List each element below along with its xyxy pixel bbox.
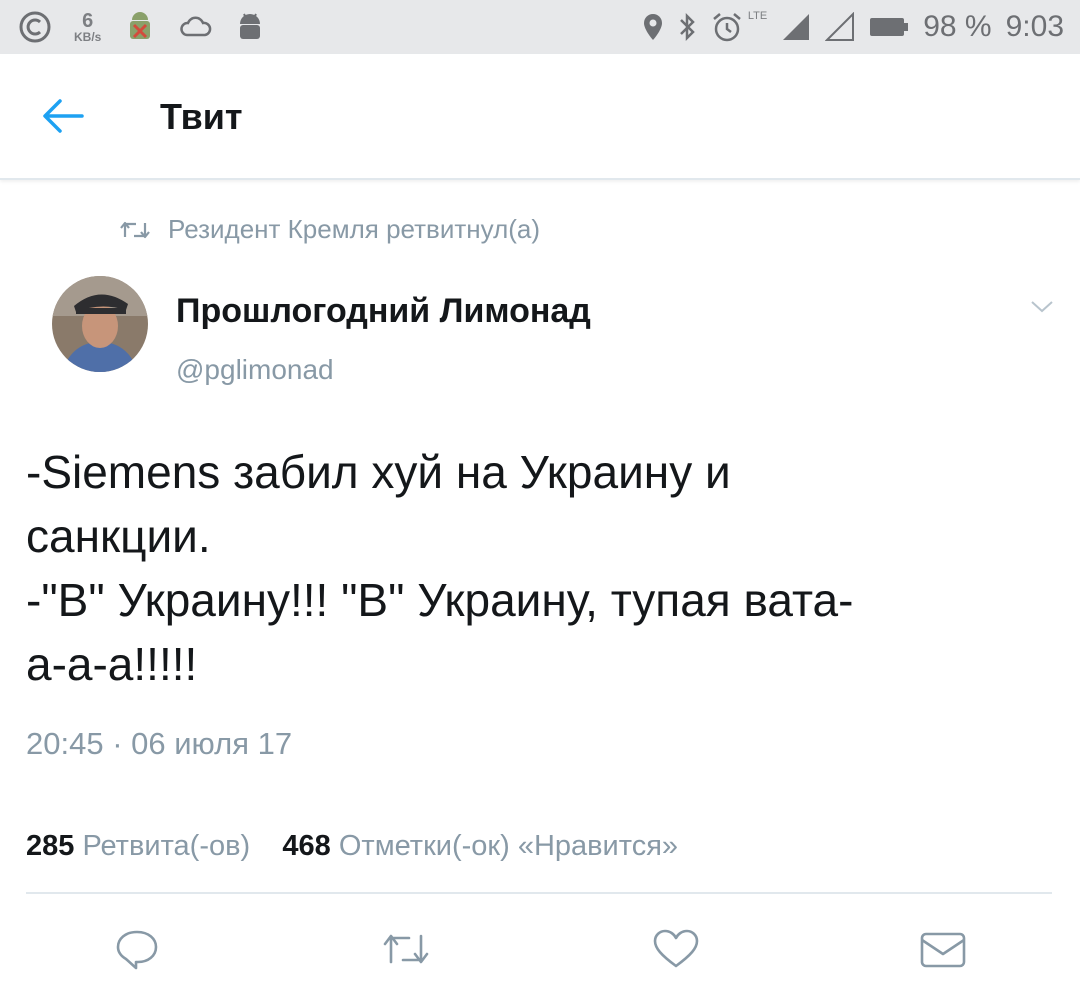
retweets-label: Ретвита(-ов) [82, 830, 251, 862]
alarm-icon [710, 11, 744, 43]
android-icon [235, 10, 265, 44]
signal-icon [781, 12, 811, 42]
tweet-line: а-а-а!!!!! [26, 638, 198, 690]
cloud-icon [179, 15, 213, 39]
signal-icon-2 [825, 12, 855, 42]
retweet-context-label[interactable]: Резидент Кремля ретвитнул(а) [168, 214, 540, 245]
retweet-icon [120, 219, 150, 241]
tweet-stats: 285 Ретвита(-ов) 468 Отметки(-ок) «Нрави… [26, 830, 678, 863]
chevron-down-icon[interactable] [1030, 300, 1054, 314]
network-type: LTE [747, 10, 768, 22]
tweet-timestamp: 20:45 · 06 июля 17 [26, 726, 293, 761]
bluetooth-icon [678, 12, 696, 42]
tweet-line: -"В" Украину!!! "В" Украину, тупая вата- [26, 574, 854, 626]
tweet-line: -Siemens забил хуй на Украину и [26, 446, 731, 498]
heart-icon[interactable] [651, 926, 701, 972]
tweet-actions [0, 920, 1080, 980]
author-handle[interactable]: @pglimonad [176, 354, 334, 386]
net-speed-unit: KB/s [74, 30, 102, 44]
arrow-left-icon[interactable] [40, 96, 86, 136]
retweets-stat[interactable]: 285 Ретвита(-ов) [26, 830, 250, 862]
divider [26, 892, 1052, 894]
likes-label: Отметки(-ок) «Нравится» [338, 830, 679, 862]
copyright-icon [18, 10, 52, 44]
author-name[interactable]: Прошлогодний Лимонад [176, 292, 591, 331]
android-debug-icon [123, 10, 157, 44]
envelope-icon[interactable] [918, 926, 968, 972]
app-bar: Твит [0, 54, 1080, 180]
net-speed: 6 KB/s [74, 11, 101, 43]
likes-count: 468 [282, 830, 331, 862]
retweet-context: Резидент Кремля ретвитнул(а) [120, 214, 540, 245]
avatar[interactable] [52, 276, 148, 372]
reply-icon[interactable] [112, 926, 162, 972]
net-speed-value: 6 [82, 10, 94, 32]
retweet-action-icon[interactable] [381, 926, 431, 972]
status-bar: 6 KB/s LTE 98 % 9:03 [0, 0, 1080, 54]
battery-icon [869, 16, 909, 38]
tweet-line: санкции. [26, 510, 211, 562]
likes-stat[interactable]: 468 Отметки(-ок) «Нравится» [282, 830, 678, 862]
location-icon [642, 12, 664, 42]
retweets-count: 285 [26, 830, 75, 862]
page-title: Твит [160, 96, 243, 137]
clock-time: 9:03 [1005, 10, 1064, 43]
battery-percent: 98 % [923, 10, 992, 43]
tweet-text: -Siemens забил хуй на Украину и санкции.… [26, 440, 1056, 696]
